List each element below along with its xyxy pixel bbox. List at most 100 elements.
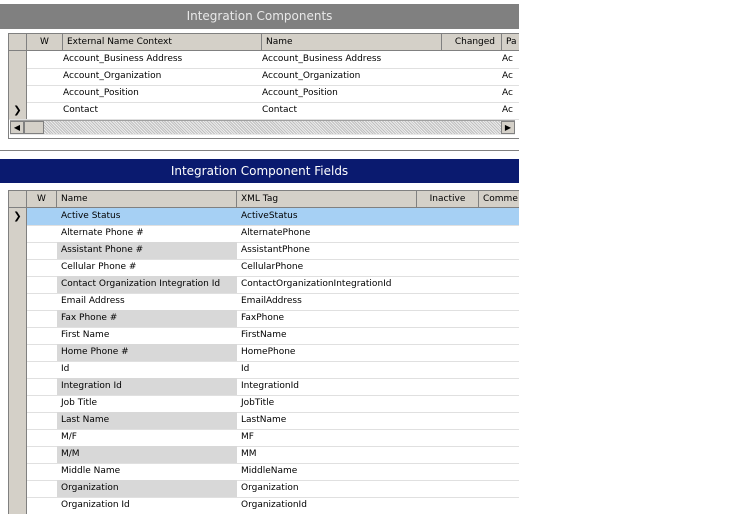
cell-xml-tag[interactable]: IntegrationId [237,378,417,395]
row-selector[interactable] [9,68,27,85]
column-header-name[interactable]: Name [57,191,237,207]
cell-name[interactable]: Account_Organization [258,68,438,85]
row-selector[interactable] [9,446,27,463]
field-row[interactable]: Home Phone # HomePhone [9,344,519,362]
component-row[interactable]: ❯ Contact Contact Ac [9,102,519,120]
field-row[interactable]: Integration Id IntegrationId [9,378,519,396]
cell-w[interactable] [27,85,63,102]
cell-w[interactable] [27,463,57,480]
cell-inactive[interactable] [417,259,479,276]
cell-field-name[interactable]: Cellular Phone # [57,259,237,276]
cell-inactive[interactable] [417,293,479,310]
field-row[interactable]: Id Id [9,361,519,379]
cell-field-name[interactable]: M/M [57,446,237,463]
cell-w[interactable] [27,497,57,514]
cell-changed[interactable] [438,68,498,85]
cell-w[interactable] [27,51,63,68]
cell-comments[interactable] [479,259,519,276]
cell-comments[interactable] [479,480,519,497]
cell-comments[interactable] [479,378,519,395]
cell-w[interactable] [27,446,57,463]
cell-comments[interactable] [479,497,519,514]
row-selector[interactable] [9,395,27,412]
row-selector[interactable] [9,276,27,293]
cell-xml-tag[interactable]: HomePhone [237,344,417,361]
field-row[interactable]: M/M MM [9,446,519,464]
column-header-inactive[interactable]: Inactive [417,191,479,207]
cell-xml-tag[interactable]: Organization [237,480,417,497]
cell-field-name[interactable]: Job Title [57,395,237,412]
row-selector[interactable] [9,310,27,327]
cell-xml-tag[interactable]: FaxPhone [237,310,417,327]
cell-field-name[interactable]: Organization Id [57,497,237,514]
cell-inactive[interactable] [417,242,479,259]
cell-external-name[interactable]: Account_Position [59,85,258,102]
cell-field-name[interactable]: Email Address [57,293,237,310]
cell-xml-tag[interactable]: MiddleName [237,463,417,480]
cell-xml-tag[interactable]: JobTitle [237,395,417,412]
field-row[interactable]: Alternate Phone # AlternatePhone [9,225,519,243]
scroll-left-icon[interactable]: ◀ [10,121,24,134]
cell-xml-tag[interactable]: OrganizationId [237,497,417,514]
cell-w[interactable] [27,259,57,276]
cell-xml-tag[interactable]: ActiveStatus [237,208,417,225]
row-selector[interactable] [9,85,27,102]
column-header-name[interactable]: Name [262,34,442,50]
row-selector[interactable]: ❯ [9,102,27,119]
cell-w[interactable] [27,68,63,85]
row-selector[interactable] [9,259,27,276]
cell-changed[interactable] [438,102,498,119]
cell-pa[interactable]: Ac [498,102,519,119]
cell-xml-tag[interactable]: LastName [237,412,417,429]
field-row[interactable]: Middle Name MiddleName [9,463,519,481]
cell-external-name[interactable]: Account_Business Address [59,51,258,68]
cell-comments[interactable] [479,446,519,463]
cell-inactive[interactable] [417,378,479,395]
cell-xml-tag[interactable]: CellularPhone [237,259,417,276]
field-row[interactable]: ❯ Active Status ActiveStatus [9,208,519,226]
cell-inactive[interactable] [417,361,479,378]
cell-external-name[interactable]: Account_Organization [59,68,258,85]
cell-inactive[interactable] [417,446,479,463]
cell-field-name[interactable]: Fax Phone # [57,310,237,327]
cell-w[interactable] [27,293,57,310]
cell-inactive[interactable] [417,344,479,361]
cell-inactive[interactable] [417,463,479,480]
component-row[interactable]: Account_Organization Account_Organization… [9,68,519,86]
cell-name[interactable]: Account_Business Address [258,51,438,68]
cell-field-name[interactable]: Organization [57,480,237,497]
cell-comments[interactable] [479,242,519,259]
row-selector[interactable] [9,225,27,242]
column-header-w[interactable]: W [27,191,57,207]
cell-field-name[interactable]: Contact Organization Integration Id [57,276,237,293]
cell-field-name[interactable]: Alternate Phone # [57,225,237,242]
cell-inactive[interactable] [417,412,479,429]
row-selector[interactable] [9,463,27,480]
cell-external-name[interactable]: Contact [59,102,258,119]
cell-field-name[interactable]: Assistant Phone # [57,242,237,259]
cell-w[interactable] [27,429,57,446]
cell-xml-tag[interactable]: AssistantPhone [237,242,417,259]
column-header-changed[interactable]: Changed [442,34,502,50]
cell-comments[interactable] [479,463,519,480]
cell-inactive[interactable] [417,395,479,412]
field-row[interactable]: First Name FirstName [9,327,519,345]
cell-changed[interactable] [438,85,498,102]
row-selector[interactable] [9,293,27,310]
cell-comments[interactable] [479,310,519,327]
cell-comments[interactable] [479,395,519,412]
cell-w[interactable] [27,344,57,361]
component-row[interactable]: Account_Business Address Account_Business… [9,51,519,69]
row-selector[interactable] [9,480,27,497]
column-header-pa[interactable]: Pa [502,34,519,50]
scroll-thumb[interactable] [24,121,44,134]
cell-w[interactable] [27,412,57,429]
cell-xml-tag[interactable]: FirstName [237,327,417,344]
cell-name[interactable]: Contact [258,102,438,119]
cell-w[interactable] [27,276,57,293]
cell-w[interactable] [27,310,57,327]
row-selector[interactable] [9,242,27,259]
cell-inactive[interactable] [417,429,479,446]
row-selector[interactable] [9,51,27,68]
cell-xml-tag[interactable]: EmailAddress [237,293,417,310]
